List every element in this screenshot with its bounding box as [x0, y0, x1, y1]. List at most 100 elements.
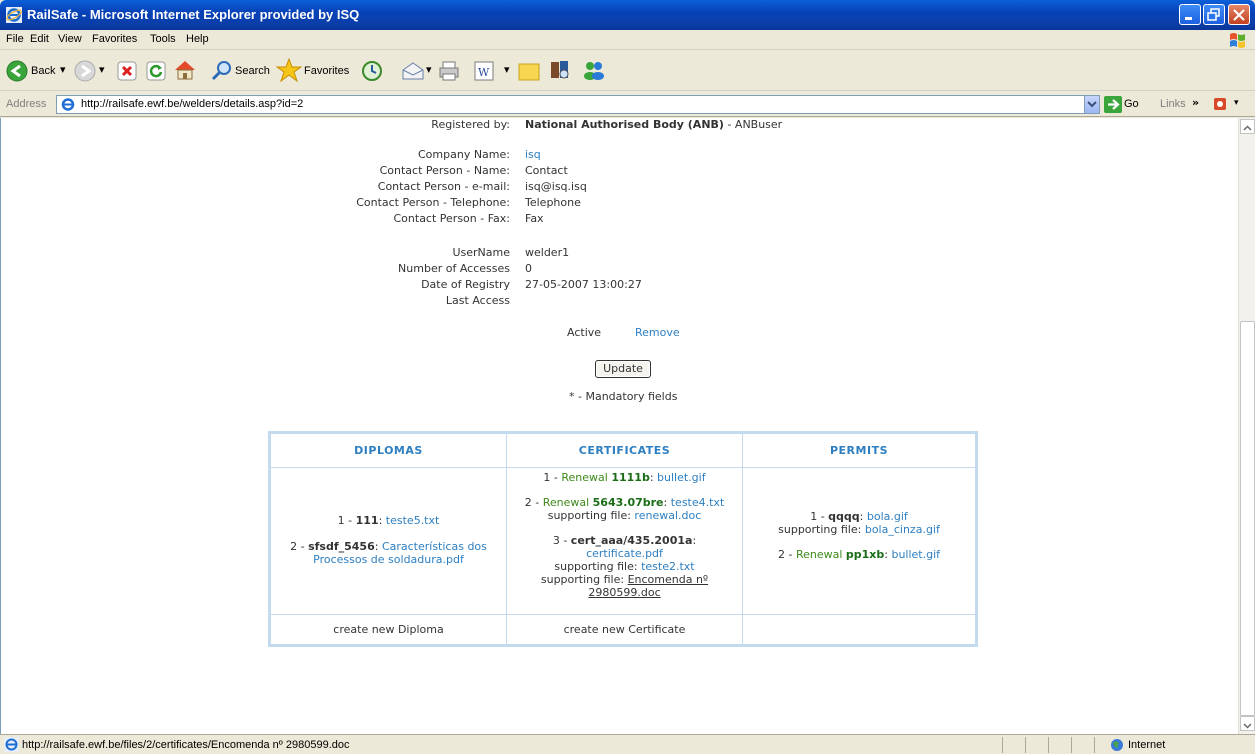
forward-dropdown-icon[interactable]: ▾ — [99, 63, 105, 76]
page-status-icon — [4, 737, 19, 752]
permit-code: qqqq — [828, 510, 860, 523]
certificate-code: 5643.07bre — [592, 496, 664, 509]
supporting-file-link-hovered-cont[interactable]: 2980599.doc — [507, 586, 742, 599]
menu-edit[interactable]: Edit — [30, 33, 49, 45]
separator: : — [859, 510, 867, 523]
remove-link[interactable]: Remove — [635, 326, 680, 340]
active-status: Active — [567, 326, 602, 339]
contact-phone-value: Telephone — [525, 196, 581, 209]
supporting-file-link[interactable]: teste2.txt — [641, 560, 695, 573]
address-label: Address — [6, 98, 47, 110]
supporting-file-link-hovered[interactable]: Encomenda nº — [628, 573, 709, 586]
forward-icon[interactable] — [74, 60, 96, 82]
supporting-file-link[interactable]: bola_cinza.gif — [865, 523, 940, 536]
supporting-file-label: supporting file: — [778, 523, 865, 536]
back-dropdown-icon[interactable]: ▾ — [60, 63, 66, 76]
status-text: http://railsafe.ewf.be/files/2/certifica… — [22, 739, 350, 751]
item-number: 1 - — [810, 510, 829, 523]
home-icon[interactable] — [173, 59, 197, 81]
update-button[interactable]: Update — [595, 360, 651, 378]
item-number: 2 - — [777, 548, 796, 561]
permit-file-link[interactable]: bola.gif — [867, 510, 908, 523]
scroll-down-icon — [1243, 723, 1252, 729]
scroll-up-button[interactable] — [1240, 119, 1255, 134]
company-name-link[interactable]: isq — [525, 148, 541, 162]
supporting-file-label: supporting file: — [547, 509, 635, 522]
supporting-file: supporting file: bola_cinza.gif — [743, 523, 975, 536]
minimize-icon — [1185, 17, 1192, 20]
header-certificates: CERTIFICATES — [506, 433, 743, 468]
supporting-file-link[interactable]: renewal.doc — [634, 509, 701, 522]
menu-tools[interactable]: Tools — [150, 33, 176, 45]
favorites-star-icon[interactable] — [276, 58, 302, 82]
create-diploma-link[interactable]: create new Diploma — [270, 614, 507, 645]
diploma-file-link[interactable]: Características dos — [382, 540, 487, 553]
registered-by-value: National Authorised Body (ANB) - ANBuser — [525, 118, 782, 132]
discuss-icon[interactable] — [518, 61, 540, 81]
diploma-code: sfsdf_5456 — [308, 540, 375, 553]
list-item: 2 - sfsdf_5456: Características dos — [271, 540, 506, 553]
addon-dropdown-icon[interactable]: ▾ — [1234, 98, 1239, 108]
certificate-file-link[interactable]: bullet.gif — [657, 471, 706, 484]
research-icon[interactable] — [549, 59, 571, 81]
mandatory-note: * - Mandatory fields — [569, 390, 678, 403]
separator: : — [374, 540, 382, 553]
edit-word-icon[interactable]: W — [474, 61, 494, 81]
scroll-down-button[interactable] — [1240, 716, 1255, 731]
contact-email-value: isq@isq.isq — [525, 180, 587, 193]
back-label[interactable]: Back — [31, 65, 55, 77]
print-icon[interactable] — [438, 60, 460, 82]
menu-view[interactable]: View — [58, 33, 82, 45]
search-icon[interactable] — [211, 60, 233, 82]
vertical-scrollbar[interactable] — [1238, 118, 1255, 734]
menu-file[interactable]: File — [6, 33, 24, 45]
favorites-label[interactable]: Favorites — [304, 65, 349, 77]
stop-icon[interactable] — [117, 61, 137, 81]
permit-file-link[interactable]: bullet.gif — [891, 548, 940, 561]
address-url[interactable]: http://railsafe.ewf.be/welders/details.a… — [81, 98, 303, 110]
list-item: 2 - Renewal pp1xb: bullet.gif — [743, 548, 975, 561]
links-overflow-icon[interactable]: » — [1192, 96, 1199, 109]
diploma-file-link[interactable]: teste5.txt — [386, 514, 440, 527]
list-item: 1 - Renewal 1111b: bullet.gif — [507, 471, 742, 484]
close-button[interactable] — [1228, 4, 1250, 25]
supporting-file-label: supporting file: — [540, 573, 628, 586]
address-dropdown[interactable] — [1084, 96, 1099, 113]
history-icon[interactable] — [361, 60, 383, 82]
maximize-button[interactable] — [1203, 4, 1225, 25]
go-arrow-icon[interactable] — [1104, 96, 1122, 113]
minimize-button[interactable] — [1179, 4, 1201, 25]
mail-icon[interactable] — [401, 61, 425, 81]
edit-dropdown-icon[interactable]: ▾ — [504, 63, 510, 76]
accesses-label: Number of Accesses — [398, 262, 510, 275]
list-item: 1 - 111: teste5.txt — [271, 514, 506, 527]
address-field[interactable]: http://railsafe.ewf.be/welders/details.a… — [56, 95, 1100, 114]
item-number: 1 - — [543, 471, 562, 484]
search-label[interactable]: Search — [235, 65, 270, 77]
refresh-icon[interactable] — [146, 61, 166, 81]
certificate-file-link[interactable]: teste4.txt — [671, 496, 725, 509]
certificate-code: 1111b — [611, 471, 650, 484]
permit-code: pp1xb — [845, 548, 885, 561]
registered-by-label: Registered by: — [431, 118, 510, 131]
links-label[interactable]: Links — [1160, 98, 1186, 110]
create-certificate-link[interactable]: create new Certificate — [506, 614, 743, 645]
diploma-file-link-cont[interactable]: Processos de soldadura.pdf — [271, 553, 506, 566]
toolbar: Back ▾ ▾ Search Favorites ▾ W ▾ — [0, 51, 1255, 91]
messenger-icon[interactable] — [582, 59, 606, 81]
ie-logo-icon — [6, 7, 22, 23]
addon-icon[interactable] — [1212, 96, 1230, 112]
go-button[interactable]: Go — [1124, 98, 1139, 110]
registry-label: Date of Registry — [421, 278, 510, 291]
renewal-label: Renewal — [795, 548, 846, 561]
menu-favorites[interactable]: Favorites — [92, 33, 137, 45]
scroll-thumb[interactable] — [1240, 321, 1255, 716]
supporting-file: supporting file: teste2.txt — [507, 560, 742, 573]
supporting-file: supporting file: Encomenda nº — [507, 573, 742, 586]
windows-logo-icon — [1230, 33, 1245, 48]
certificate-file-link[interactable]: certificate.pdf — [507, 547, 742, 560]
contact-fax-label: Contact Person - Fax: — [393, 212, 511, 225]
back-icon[interactable] — [6, 60, 28, 82]
mail-dropdown-icon[interactable]: ▾ — [426, 63, 432, 76]
menu-help[interactable]: Help — [186, 33, 209, 45]
